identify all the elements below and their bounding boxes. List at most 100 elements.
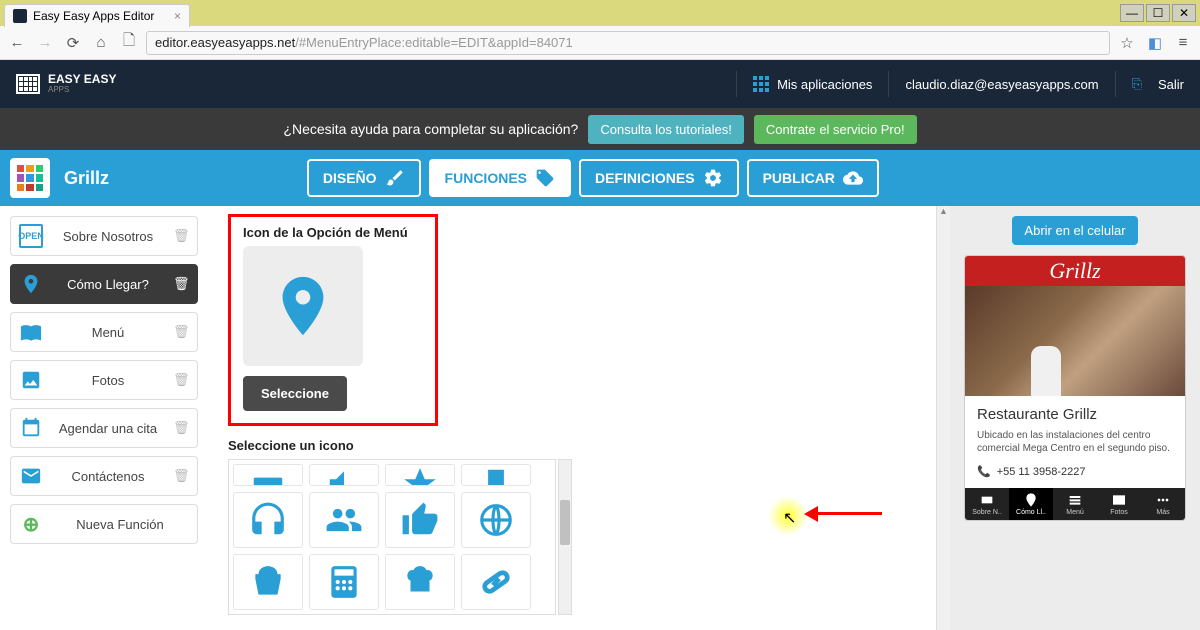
sidebar-item-about[interactable]: OPEN Sobre Nosotros 🗑: [10, 216, 198, 256]
window-minimize[interactable]: —: [1120, 4, 1144, 22]
browser-menu-icon[interactable]: ≡: [1172, 32, 1194, 54]
map-pin-icon: [19, 272, 43, 296]
icon-option-like[interactable]: [385, 492, 455, 548]
logout-link[interactable]: Salir: [1158, 77, 1184, 92]
icon-option-loudspeaker[interactable]: [309, 464, 379, 486]
content-scrollbar[interactable]: ▲: [936, 206, 950, 630]
brush-icon: [385, 168, 405, 188]
icon-option-star[interactable]: [385, 464, 455, 486]
trash-icon[interactable]: 🗑: [173, 372, 189, 388]
nav-home-button[interactable]: ⌂: [90, 32, 112, 54]
browser-tab-close[interactable]: ×: [174, 9, 181, 23]
logo-grid-icon: [16, 74, 40, 94]
icon-option-open[interactable]: [233, 464, 303, 486]
app-header: EASY EASY APPS Mis aplicaciones claudio.…: [0, 60, 1200, 108]
window-maximize[interactable]: ☐: [1146, 4, 1170, 22]
icon-option-calculator[interactable]: [309, 554, 379, 610]
sidebar-item-photos[interactable]: Fotos 🗑: [10, 360, 198, 400]
trash-icon[interactable]: 🗑: [173, 276, 189, 292]
preview-tab-more[interactable]: Más: [1141, 488, 1185, 520]
tab-definitions[interactable]: DEFINICIONES: [579, 159, 739, 197]
current-menu-icon: [243, 246, 363, 366]
preview-tabbar: Sobre N.. Cómo Ll.. Menú Fotos Más: [965, 488, 1185, 520]
cursor-icon: ↖: [783, 508, 796, 528]
preview-description: Ubicado en las instalaciones del centro …: [977, 429, 1173, 455]
apps-grid-icon: [753, 76, 769, 92]
icon-option-pill[interactable]: [461, 554, 531, 610]
phone-icon: 📞: [977, 465, 991, 478]
app-name: Grillz: [64, 168, 109, 189]
brand-sub: APPS: [48, 85, 116, 94]
nav-reload-button[interactable]: ⟳: [62, 32, 84, 54]
tab-publish[interactable]: PUBLICAR: [747, 159, 879, 197]
sidebar-item-contact[interactable]: Contáctenos 🗑: [10, 456, 198, 496]
window-close[interactable]: ✕: [1172, 4, 1196, 22]
icon-section-title: Icon de la Opción de Menú: [243, 225, 423, 240]
browser-tab[interactable]: Easy Easy Apps Editor ×: [4, 4, 190, 27]
preview-tab-about[interactable]: Sobre N..: [965, 488, 1009, 520]
favicon-icon: [13, 9, 27, 23]
sidebar-item-menu[interactable]: Menú 🗑: [10, 312, 198, 352]
sidebar-item-directions[interactable]: Cómo Llegar? 🗑: [10, 264, 198, 304]
sidebar-item-appointment[interactable]: Agendar una cita 🗑: [10, 408, 198, 448]
preview-panel: Abrir en el celular Grillz Restaurante G…: [950, 206, 1200, 630]
extension-icon[interactable]: ◧: [1144, 32, 1166, 54]
trash-icon[interactable]: 🗑: [173, 468, 189, 484]
trash-icon[interactable]: 🗑: [173, 228, 189, 244]
my-apps-link[interactable]: Mis aplicaciones: [753, 76, 872, 92]
preview-phone: 📞 +55 11 3958-2227: [977, 465, 1173, 478]
tab-design[interactable]: DISEÑO: [307, 159, 421, 197]
open-mobile-button[interactable]: Abrir en el celular: [1012, 216, 1137, 245]
browser-url-bar: ← → ⟳ ⌂ 🗋 editor.easyeasyapps.net/#MenuE…: [0, 26, 1200, 60]
preview-header: Grillz: [965, 256, 1185, 286]
bookmark-icon[interactable]: ☆: [1116, 32, 1138, 54]
scrollbar-thumb[interactable]: [560, 500, 570, 545]
editor-toolbar: Grillz DISEÑO FUNCIONES DEFINICIONES PUB…: [0, 150, 1200, 206]
nav-forward-button[interactable]: →: [34, 32, 56, 54]
book-icon: [19, 320, 43, 344]
help-question: ¿Necesita ayuda para completar su aplica…: [283, 121, 578, 137]
trash-icon[interactable]: 🗑: [173, 420, 189, 436]
main-area: OPEN Sobre Nosotros 🗑 Cómo Llegar? 🗑 Men…: [0, 206, 1200, 630]
brand-name: EASY EASY: [48, 74, 116, 85]
tab-functions[interactable]: FUNCIONES: [429, 159, 571, 197]
brand-logo[interactable]: EASY EASY APPS: [16, 74, 116, 94]
browser-url-input[interactable]: editor.easyeasyapps.net/#MenuEntryPlace:…: [146, 31, 1110, 55]
cloud-upload-icon: [843, 168, 863, 188]
pro-service-button[interactable]: Contrate el servicio Pro!: [754, 115, 917, 144]
logout-icon: ⎘: [1132, 76, 1142, 92]
preview-tab-photos[interactable]: Fotos: [1097, 488, 1141, 520]
preview-hero-image: [965, 286, 1185, 396]
nav-back-button[interactable]: ←: [6, 32, 28, 54]
trash-icon[interactable]: 🗑: [173, 324, 189, 340]
tag-icon: [535, 168, 555, 188]
select-button[interactable]: Seleccione: [243, 376, 347, 411]
image-icon: [19, 368, 43, 392]
page-info-icon[interactable]: 🗋: [118, 32, 140, 54]
icon-option-headset[interactable]: [233, 492, 303, 548]
tutorials-button[interactable]: Consulta los tutoriales!: [588, 115, 744, 144]
phone-preview: Grillz Restaurante Grillz Ubicado en las…: [964, 255, 1186, 521]
content-panel: Icon de la Opción de Menú Seleccione Sel…: [208, 206, 936, 630]
preview-tab-menu[interactable]: Menú: [1053, 488, 1097, 520]
icon-option-bookmark[interactable]: [461, 464, 531, 486]
sidebar-new-function[interactable]: ⊕ Nueva Función: [10, 504, 198, 544]
app-icon[interactable]: [10, 158, 50, 198]
preview-tab-directions[interactable]: Cómo Ll..: [1009, 488, 1053, 520]
icon-grid: [228, 459, 556, 615]
browser-tab-title: Easy Easy Apps Editor: [33, 9, 154, 23]
map-pin-icon: [268, 271, 338, 341]
annotation-arrow: [812, 512, 882, 515]
pick-icon-title: Seleccione un icono: [228, 438, 916, 453]
user-email[interactable]: claudio.diaz@easyeasyapps.com: [905, 77, 1098, 92]
mail-icon: [19, 464, 43, 488]
icon-grid-scrollbar[interactable]: [558, 459, 572, 615]
icon-option-group[interactable]: [309, 492, 379, 548]
icon-option-chef-hat[interactable]: [385, 554, 455, 610]
gear-icon: [703, 168, 723, 188]
preview-title: Restaurante Grillz: [977, 406, 1173, 423]
icon-option-globe[interactable]: [461, 492, 531, 548]
icon-option-cupcake[interactable]: [233, 554, 303, 610]
help-bar: ¿Necesita ayuda para completar su aplica…: [0, 108, 1200, 150]
highlight-region: Icon de la Opción de Menú Seleccione: [228, 214, 438, 426]
